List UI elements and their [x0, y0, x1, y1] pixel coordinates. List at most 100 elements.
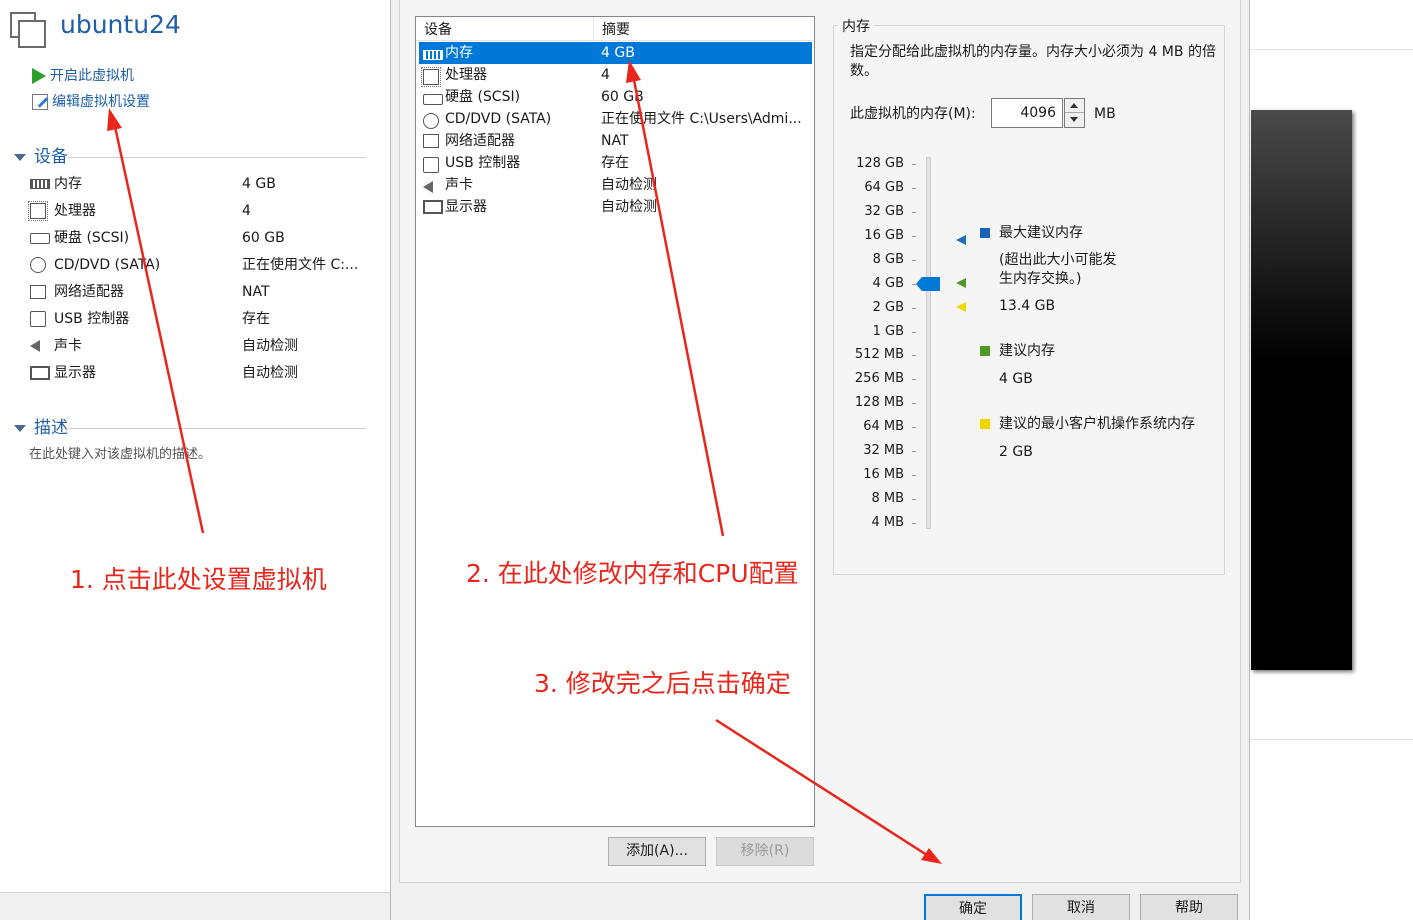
usb-icon: [423, 157, 439, 173]
remove-device-button[interactable]: 移除(R): [716, 837, 814, 866]
annotation-step-3: 3. 修改完之后点击确定: [534, 669, 791, 698]
scale-tick: 32 MB: [844, 443, 916, 459]
max-memory-legend-swatch: [980, 228, 990, 238]
memory-slider-track[interactable]: [926, 157, 931, 529]
list-header: 设备 摘要: [416, 17, 814, 41]
description-divider: [68, 428, 366, 429]
list-item-name: 显示器: [445, 199, 487, 215]
list-item-hard-disk[interactable]: 硬盘 (SCSI) 60 GB: [419, 86, 812, 108]
memory-spinner[interactable]: [1064, 98, 1085, 128]
sound-card-icon: [30, 340, 40, 352]
device-row-network[interactable]: 网络适配器 NAT: [30, 279, 370, 305]
memory-description: 指定分配给此虚拟机的内存量。内存大小必须为 4 MB 的倍数。: [850, 44, 1216, 79]
processor-icon: [28, 201, 48, 221]
devices-section-title: 设备: [34, 147, 68, 167]
device-row-processor[interactable]: 处理器 4: [28, 198, 370, 224]
cd-dvd-icon: [30, 257, 46, 273]
list-item-value: 正在使用文件 C:\Users\Admi...: [601, 111, 802, 127]
device-name: 硬盘 (SCSI): [54, 230, 130, 246]
scale-tick: 1 GB: [844, 324, 916, 340]
devices-divider: [68, 157, 366, 158]
sound-card-icon: [423, 181, 433, 193]
minimum-memory-legend-swatch: [980, 419, 990, 429]
max-memory-marker-icon: [956, 235, 966, 245]
device-name: 内存: [54, 176, 82, 192]
memory-size-input[interactable]: [991, 98, 1063, 128]
column-header-summary[interactable]: 摘要: [594, 17, 814, 41]
memory-slider-thumb[interactable]: [916, 277, 940, 291]
recommended-memory-marker-icon: [956, 278, 966, 288]
device-row-usb[interactable]: USB 控制器 存在: [30, 306, 370, 332]
minimum-memory-title: 建议的最小客户机操作系统内存: [999, 416, 1195, 432]
column-header-device[interactable]: 设备: [416, 17, 594, 41]
vm-preview-area: [1251, 0, 1413, 920]
list-item-processor[interactable]: 处理器 4: [419, 64, 812, 87]
edit-settings-icon: [32, 94, 48, 110]
ok-button[interactable]: 确定: [924, 894, 1022, 920]
device-row-hard-disk[interactable]: 硬盘 (SCSI) 60 GB: [30, 225, 370, 251]
list-item-sound[interactable]: 声卡 自动检测: [419, 174, 812, 196]
annotation-step-1: 1. 点击此处设置虚拟机: [70, 565, 327, 594]
scale-tick: 512 MB: [844, 347, 916, 363]
preview-divider: [1251, 739, 1413, 740]
list-item-value: 存在: [601, 155, 629, 171]
device-value: NAT: [242, 284, 270, 300]
cancel-button[interactable]: 取消: [1032, 894, 1130, 920]
cd-dvd-icon: [423, 113, 439, 129]
hardware-device-list[interactable]: 设备 摘要 内存 4 GB 处理器 4 硬盘 (SCSI) 60 GB CD/D…: [415, 16, 815, 827]
list-item-usb[interactable]: USB 控制器 存在: [419, 152, 812, 174]
device-value: 4 GB: [242, 176, 276, 192]
add-device-button[interactable]: 添加(A)...: [608, 837, 706, 866]
preview-divider: [1251, 49, 1413, 50]
display-icon: [30, 366, 50, 380]
device-row-display[interactable]: 显示器 自动检测: [30, 360, 370, 386]
list-item-value: 60 GB: [601, 89, 644, 105]
vm-summary-panel: ubuntu24 开启此虚拟机 编辑虚拟机设置 设备 内存 4 GB 处理器 4…: [0, 0, 390, 892]
processor-icon: [421, 67, 441, 87]
device-row-memory[interactable]: 内存 4 GB: [30, 171, 370, 197]
scale-tick: 64 MB: [844, 419, 916, 435]
edit-vm-settings-label: 编辑虚拟机设置: [52, 94, 150, 110]
recommended-memory-title: 建议内存: [999, 343, 1055, 359]
scale-tick: 32 GB: [844, 204, 916, 220]
list-item-cd-dvd[interactable]: CD/DVD (SATA) 正在使用文件 C:\Users\Admi...: [419, 108, 812, 130]
minimum-memory-value: 2 GB: [999, 444, 1033, 460]
device-row-cd-dvd[interactable]: CD/DVD (SATA) 正在使用文件 C:...: [30, 252, 370, 278]
description-section-toggle[interactable]: 描述: [14, 416, 68, 440]
device-value: 4: [242, 203, 251, 219]
help-button[interactable]: 帮助: [1140, 894, 1238, 920]
memory-group-label: 内存: [838, 16, 874, 36]
vm-screen-thumbnail[interactable]: [1251, 110, 1352, 670]
edit-vm-settings-link[interactable]: 编辑虚拟机设置: [32, 91, 150, 113]
list-item-memory[interactable]: 内存 4 GB: [419, 42, 812, 64]
device-name: CD/DVD (SATA): [54, 257, 161, 273]
list-item-name: USB 控制器: [445, 155, 521, 171]
list-item-name: 声卡: [445, 177, 473, 193]
device-row-sound[interactable]: 声卡 自动检测: [30, 333, 370, 359]
hard-disk-icon: [423, 94, 443, 105]
list-item-name: 网络适配器: [445, 133, 515, 149]
memory-icon: [423, 50, 443, 60]
max-memory-title: 最大建议内存: [999, 225, 1083, 241]
list-item-display[interactable]: 显示器 自动检测: [419, 196, 812, 218]
device-name: 网络适配器: [54, 284, 124, 300]
list-item-network[interactable]: 网络适配器 NAT: [419, 130, 812, 152]
start-vm-label: 开启此虚拟机: [50, 68, 134, 84]
network-adapter-icon: [423, 134, 439, 148]
scale-tick: 2 GB: [844, 300, 916, 316]
device-value: 正在使用文件 C:...: [242, 257, 359, 273]
start-vm-link[interactable]: 开启此虚拟机: [32, 65, 134, 87]
device-value: 60 GB: [242, 230, 285, 246]
description-placeholder[interactable]: 在此处键入对该虚拟机的描述。: [29, 443, 211, 462]
scale-tick: 128 GB: [844, 156, 916, 172]
list-item-value: 4: [601, 67, 610, 83]
scale-tick: 64 GB: [844, 180, 916, 196]
usb-icon: [30, 311, 46, 327]
memory-icon: [30, 179, 50, 189]
list-item-name: CD/DVD (SATA): [445, 111, 552, 127]
spin-down-icon[interactable]: [1065, 113, 1084, 127]
list-item-name: 硬盘 (SCSI): [445, 89, 521, 105]
spin-up-icon[interactable]: [1065, 99, 1084, 113]
scale-tick: 128 MB: [844, 395, 916, 411]
devices-section-toggle[interactable]: 设备: [14, 145, 68, 169]
